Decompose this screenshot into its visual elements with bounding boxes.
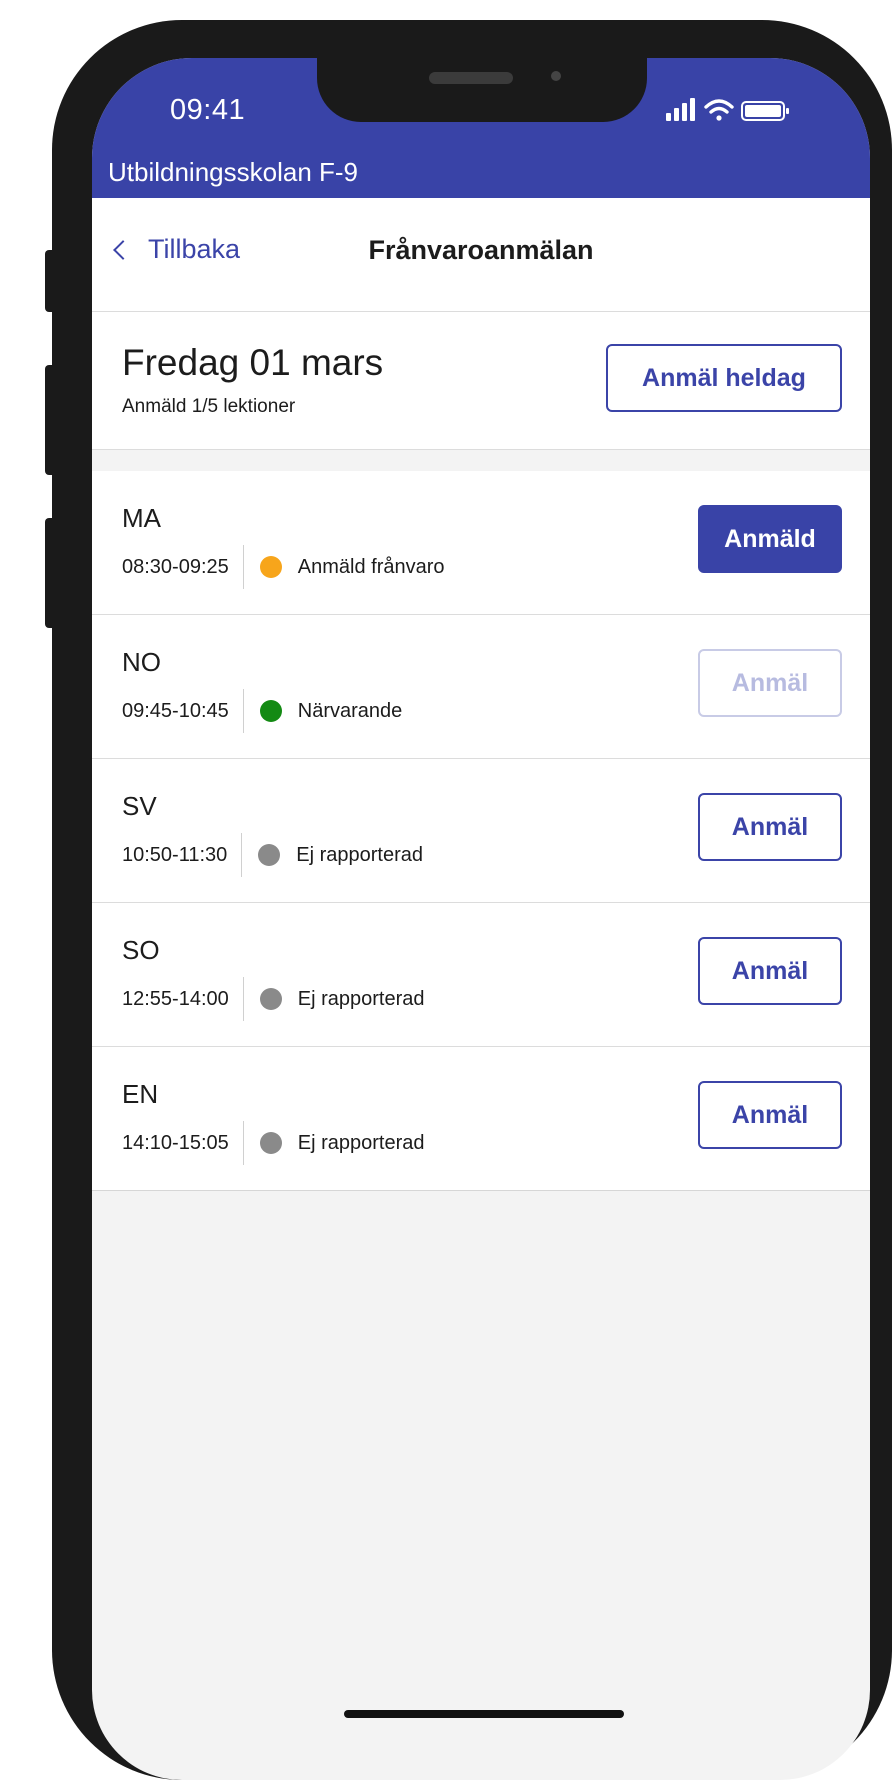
app-title: Utbildningsskolan F-9 [108,157,359,187]
app-header: 09:41 Utbildningsskolan F-9 [92,58,870,198]
lesson-time: 08:30-09:25 [122,545,244,589]
lesson-row: SO 12:55-14:00 Ej rapporterad Anmäl [92,903,870,1047]
signal-icon [666,98,695,121]
lesson-row: EN 14:10-15:05 Ej rapporterad Anmäl [92,1047,870,1191]
report-absence-button: Anmäl [698,649,842,717]
lesson-meta: 14:10-15:05 Ej rapporterad [122,1121,425,1165]
lesson-time: 12:55-14:00 [122,977,244,1021]
lesson-meta: 10:50-11:30 Ej rapporterad [122,833,423,877]
attendance-status: Ej rapporterad [297,1131,425,1154]
lesson-time: 14:10-15:05 [122,1121,244,1165]
device-notch [317,58,647,122]
front-camera [551,71,561,81]
lesson-time: 10:50-11:30 [122,833,243,877]
status-dot-icon [259,988,282,1010]
report-absence-button[interactable]: Anmäl [698,793,842,861]
report-absence-button[interactable]: Anmäl [698,937,842,1005]
wifi-icon [704,99,734,121]
status-time: 09:41 [170,94,246,126]
report-absence-button[interactable]: Anmäld [698,505,842,573]
attendance-status: Ej rapporterad [296,843,424,866]
day-title: Fredag 01 mars [122,342,384,383]
battery-icon [741,101,789,121]
navigation-bar: Tillbaka Frånvaroanmälan [92,198,870,312]
attendance-status: Närvarande [297,699,403,722]
lesson-time: 09:45-10:45 [122,689,244,733]
status-icons [666,98,789,121]
attendance-status: Ej rapporterad [297,987,425,1010]
lesson-row: MA 08:30-09:25 Anmäld frånvaro Anmäld [92,471,870,615]
page-title: Frånvaroanmälan [368,235,594,265]
status-dot-icon [258,844,281,866]
lesson-list: MA 08:30-09:25 Anmäld frånvaro Anmäld NO 09:4… [92,471,870,1191]
lesson-subject: EN [122,1079,159,1109]
home-indicator[interactable] [344,1710,624,1718]
lesson-meta: 09:45-10:45 Närvarande [122,689,402,733]
app-screen: 09:41 Utbildningsskolan F-9 Tillbaka Frå… [92,58,870,1780]
lesson-subject: MA [122,503,161,533]
lesson-subject: SO [122,935,160,965]
report-full-day-button[interactable]: Anmäl heldag [606,344,842,412]
speaker-grille [429,72,513,84]
status-dot-icon [259,1132,282,1154]
status-dot-icon [259,556,282,578]
lesson-subject: SV [122,791,157,821]
device-mockup: 09:41 Utbildningsskolan F-9 Tillbaka Frå… [0,0,893,1780]
day-summary: Fredag 01 mars Anmäld 1/5 lektioner Anmä… [92,312,870,450]
lesson-meta: 12:55-14:00 Ej rapporterad [122,977,425,1021]
lesson-row: SV 10:50-11:30 Ej rapporterad Anmäl [92,759,870,903]
status-dot-icon [259,700,282,722]
lesson-row: NO 09:45-10:45 Närvarande Anmäl [92,615,870,759]
report-absence-button[interactable]: Anmäl [698,1081,842,1149]
attendance-status: Anmäld frånvaro [297,555,445,578]
lesson-meta: 08:30-09:25 Anmäld frånvaro [122,545,445,589]
lesson-subject: NO [122,647,161,677]
reported-count: Anmäld 1/5 lektioner [122,396,296,417]
